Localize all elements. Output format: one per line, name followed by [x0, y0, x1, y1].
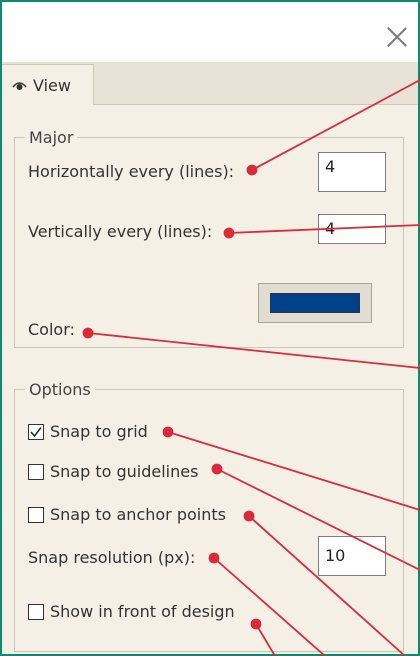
horizontal-label: Horizontally every (lines): [28, 162, 235, 181]
checkbox-box [28, 463, 44, 480]
checkbox-box [28, 603, 44, 620]
snap-to-guidelines-checkbox[interactable]: Snap to guidelines [28, 462, 198, 481]
color-label: Color: [28, 320, 75, 339]
vertical-input[interactable]: 4 [318, 214, 386, 244]
snap-resolution-input[interactable]: 10 [318, 536, 386, 576]
major-legend: Major [29, 128, 74, 147]
color-picker-button[interactable] [258, 283, 372, 323]
snap-to-anchor-points-checkbox[interactable]: Snap to anchor points [28, 505, 226, 524]
eye-icon [12, 82, 27, 90]
snap-resolution-label: Snap resolution (px): [28, 548, 196, 567]
snap-to-grid-label: Snap to grid [50, 422, 148, 441]
snap-to-anchor-points-label: Snap to anchor points [50, 505, 226, 524]
vertical-label: Vertically every (lines): [28, 222, 213, 241]
checkbox-box [28, 423, 44, 440]
checkmark-icon [30, 426, 42, 437]
snap-to-grid-checkbox[interactable]: Snap to grid [28, 422, 148, 441]
options-legend: Options [29, 380, 91, 399]
title-bar [2, 2, 418, 62]
checkbox-box [28, 506, 44, 523]
show-in-front-checkbox[interactable]: Show in front of design [28, 602, 235, 621]
snap-to-guidelines-label: Snap to guidelines [50, 462, 199, 481]
dialog-window: View Major Horizontally every (lines): 4… [0, 0, 420, 656]
color-swatch [270, 293, 360, 313]
tab-view-label: View [33, 75, 71, 95]
close-icon[interactable] [384, 24, 410, 50]
tab-view[interactable]: View [2, 64, 94, 105]
horizontal-input[interactable]: 4 [318, 152, 386, 192]
show-in-front-label: Show in front of design [50, 602, 235, 621]
